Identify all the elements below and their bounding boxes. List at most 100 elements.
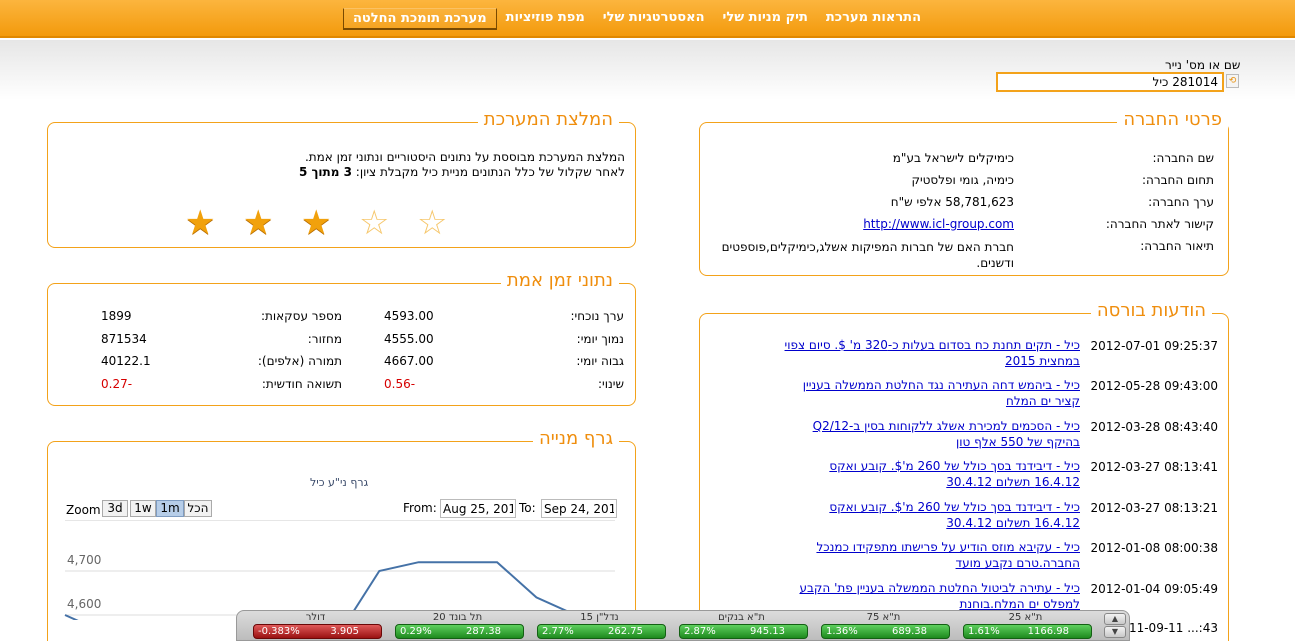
- ticker-name: נדל"ן 15: [580, 612, 619, 623]
- nav-my-portfolio[interactable]: תיק מניות שלי: [714, 8, 817, 30]
- y-tick-4600: 4,600: [67, 597, 102, 611]
- ticker-name: ת"א בנקים: [718, 612, 765, 623]
- ticker-value-badge: 0.29% 287.38: [395, 624, 524, 639]
- ticker-item[interactable]: תל בונד 20 0.29% 287.38: [391, 611, 524, 641]
- recommendation-score-intro: לאחר שקלול של כלל הנתונים מניית כיל מקבל…: [355, 165, 625, 179]
- ticker-value-badge: 1.61% 1166.98: [963, 624, 1092, 639]
- ticker-price: 689.38: [892, 626, 927, 637]
- news-date: 2012-07-01 09:25:37: [1090, 339, 1218, 353]
- ticker-change: 1.61%: [968, 626, 1000, 637]
- realtime-title: נתוני זמן אמת: [500, 270, 619, 291]
- zoom-3d-button[interactable]: 3d: [102, 500, 128, 517]
- ticker-price: 287.38: [466, 626, 501, 637]
- star-empty-icon: ☆: [359, 203, 390, 243]
- recommendation-text-1: המלצת המערכת מבוססת על נתונים היסטוריים …: [304, 150, 625, 164]
- from-label: From:: [403, 501, 437, 515]
- recommendation-score: 3 מתוך 5: [298, 165, 352, 179]
- company-description-value: חברת האם של חברות המפיקות אשלג,כימיקלים,…: [721, 240, 1014, 270]
- ticker-change: 1.36%: [826, 626, 858, 637]
- recommendation-text-2: לאחר שקלול של כלל הנתונים מניית כיל מקבל…: [299, 165, 625, 179]
- transactions-value: 1899: [101, 309, 132, 323]
- news-title-link[interactable]: כיל - עתירה לביטול החלטת הממשלה בעניין פ…: [780, 580, 1080, 612]
- from-date-input[interactable]: [440, 499, 516, 518]
- ticker-name: ת"א 75: [866, 612, 901, 623]
- ticker-item[interactable]: נדל"ן 15 2.77% 262.75: [533, 611, 666, 641]
- company-value-label: ערך החברה:: [1148, 195, 1214, 209]
- ticker-scroll[interactable]: ▲ ▼: [1100, 613, 1126, 639]
- company-value-value: 58,781,623 אלפי ש"ח: [890, 195, 1014, 209]
- main-nav: התראות מערכת תיק מניות שלי האסטרטגיות של…: [343, 8, 930, 30]
- exchange-news-title: הודעות בורסה: [1090, 300, 1212, 321]
- star-full-icon: ★: [243, 203, 274, 243]
- news-item: 2012-07-01 09:25:37 כיל - תקים תחנת כח בס…: [0, 337, 1295, 373]
- company-details-title: פרטי החברה: [1117, 109, 1228, 130]
- to-label: To:: [519, 501, 536, 515]
- ticker-name: תל בונד 20: [432, 612, 483, 623]
- news-title-link[interactable]: כיל - דיבידנד בסך כולל של 260 מ'$. קובע …: [780, 499, 1080, 531]
- ticker-price: 945.13: [750, 626, 785, 637]
- company-name-value: כימיקלים לישראל בע"מ: [892, 151, 1014, 165]
- ticker-price: 262.75: [608, 626, 643, 637]
- search-label: שם או מס' נייר: [1165, 58, 1241, 72]
- star-full-icon: ★: [185, 203, 216, 243]
- ticker-change: 2.77%: [542, 626, 574, 637]
- ticker-item[interactable]: ת"א בנקים 2.87% 945.13: [675, 611, 808, 641]
- recommendation-title: המלצת המערכת: [477, 109, 619, 130]
- zoom-1w-button[interactable]: 1w: [130, 500, 156, 517]
- ticker-change: -0.383%: [258, 626, 300, 637]
- ticker-down-icon[interactable]: ▼: [1104, 626, 1126, 638]
- ticker-price: 1166.98: [1027, 626, 1069, 637]
- ticker-value-badge: 2.87% 945.13: [679, 624, 808, 639]
- ticker-value-badge: 2.77% 262.75: [537, 624, 666, 639]
- ticker-up-icon[interactable]: ▲: [1104, 613, 1126, 625]
- news-title-link[interactable]: כיל - הסכמים למכירת אשלג ללקוחות בסין ב-…: [780, 418, 1080, 450]
- current-value: 4593.00: [384, 309, 434, 323]
- company-name-label: שם החברה:: [1152, 151, 1214, 165]
- current-value-label: ערך נוכחי:: [570, 309, 624, 323]
- zoom-all-button[interactable]: הכל: [184, 500, 212, 517]
- company-details-panel: פרטי החברה שם החברה: כימיקלים לישראל בע"…: [699, 109, 1229, 276]
- y-tick-4700: 4,700: [67, 553, 102, 567]
- star-empty-icon: ☆: [417, 203, 448, 243]
- security-search-input[interactable]: [996, 72, 1224, 92]
- ticker-change: 2.87%: [684, 626, 716, 637]
- ticker-item[interactable]: דולר -0.383% 3.905: [249, 611, 382, 641]
- news-date: 2012-01-04 09:05:49: [1090, 582, 1218, 596]
- ticker-name: ת"א 25: [1008, 612, 1043, 623]
- ticker-price: 3.905: [330, 626, 359, 637]
- ticker-item[interactable]: ת"א 75 1.36% 689.38: [817, 611, 950, 641]
- zoom-label: Zoom: [66, 503, 101, 517]
- company-site-link[interactable]: http://www.icl-group.com: [863, 217, 1014, 231]
- transactions-label: מספר עסקאות:: [260, 309, 342, 323]
- company-sector-label: תחום החברה:: [1141, 173, 1214, 187]
- nav-decision-support[interactable]: מערכת תומכת החלטה: [343, 8, 497, 30]
- price-chart: [64, 520, 615, 620]
- chart-subtitle: גרף ני"ע כיל: [310, 476, 369, 489]
- to-date-input[interactable]: [541, 499, 617, 518]
- nav-system-alerts[interactable]: התראות מערכת: [817, 8, 930, 30]
- top-navigation-bar: התראות מערכת תיק מניות שלי האסטרטגיות של…: [0, 0, 1295, 38]
- search-icon[interactable]: ⟲: [1226, 74, 1239, 88]
- ticker-value-badge: 1.36% 689.38: [821, 624, 950, 639]
- star-full-icon: ★: [301, 203, 332, 243]
- company-sector-value: כימיה, גומי ופלסטיק: [911, 173, 1014, 187]
- news-date: 2012-05-28 09:43:00: [1090, 379, 1218, 393]
- news-item: 2012-05-28 09:43:00 כיל - ביהמש דחה העתיר…: [0, 377, 1295, 413]
- news-title-link[interactable]: כיל - דיבידנד בסך כולל של 260 מ'$. קובע …: [780, 458, 1080, 490]
- news-date: 2012-03-28 08:43:40: [1090, 420, 1218, 434]
- news-date: 2012-03-27 08:13:41: [1090, 460, 1218, 474]
- market-ticker: דולר -0.383% 3.905 תל בונד 20 0.29% 287.38 נדל…: [236, 610, 1130, 641]
- nav-my-strategies[interactable]: האסטרטגיות שלי: [594, 8, 714, 30]
- company-site-label: קישור לאתר החברה:: [1105, 217, 1214, 231]
- news-title-link[interactable]: כיל - ביהמש דחה העתירה נגד החלטת הממשלה …: [780, 377, 1080, 409]
- stock-graph-title: גרף מנייה: [532, 428, 619, 449]
- rating-stars: ★ ★ ★ ☆ ☆: [185, 205, 475, 241]
- news-title-link[interactable]: כיל - עקיבא מוזס הודיע על פרישתו מתפקידו…: [780, 539, 1080, 571]
- news-title-link[interactable]: כיל - תקים תחנת כח בסדום בעלות כ-320 מ' …: [780, 337, 1080, 369]
- nav-positions-map[interactable]: מפת פוזיציות: [497, 8, 594, 30]
- news-date: 2012-03-27 08:13:21: [1090, 501, 1218, 515]
- ticker-item[interactable]: ת"א 25 1.61% 1166.98: [959, 611, 1092, 641]
- company-description-label: תיאור החברה:: [1140, 239, 1214, 253]
- zoom-1m-button[interactable]: 1m: [156, 500, 184, 517]
- ticker-name: דולר: [305, 612, 326, 623]
